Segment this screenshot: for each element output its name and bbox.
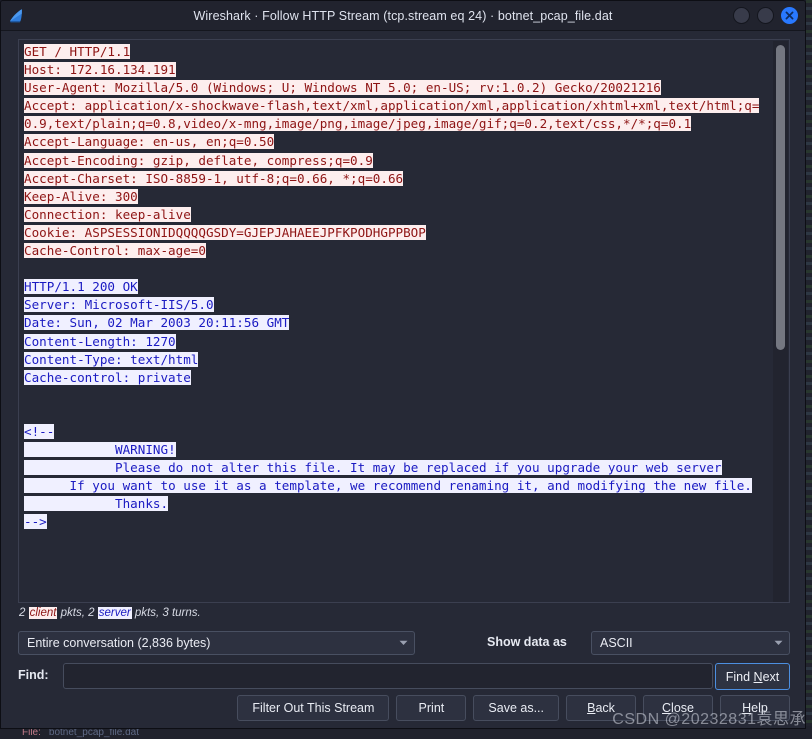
- close-suffix: lose: [671, 701, 694, 715]
- window-controls: [733, 1, 798, 30]
- find-label: Find:: [18, 668, 49, 682]
- stream-line-server: Server: Microsoft-IIS/5.0: [24, 297, 214, 313]
- stream-line-server: If you want to use it as a template, we …: [24, 478, 752, 494]
- stream-line-client: Cookie: ASPSESSIONIDQQQQGSDY=GJEPJAHAEEJ…: [24, 224, 426, 240]
- stream-line-server: Please do not alter this file. It may be…: [24, 460, 722, 476]
- packet-count-suffix: pkts, 3 turns.: [131, 607, 201, 619]
- back-suffix: ack: [595, 701, 615, 715]
- maximize-icon[interactable]: [757, 7, 774, 24]
- packet-count-prefix: 2: [19, 607, 29, 619]
- help-button[interactable]: Help: [720, 695, 790, 721]
- chevron-down-icon: [771, 640, 785, 646]
- find-row: Find: Find Next: [18, 663, 790, 690]
- save-as-button[interactable]: Save as...: [473, 695, 559, 721]
- close-icon[interactable]: [781, 7, 798, 24]
- stream-line-client: Accept-Encoding: gzip, deflate, compress…: [24, 152, 373, 168]
- stream-line-client: User-Agent: Mozilla/5.0 (Windows; U; Win…: [24, 80, 661, 96]
- stream-line-server: Thanks.: [24, 496, 169, 512]
- stream-content-area[interactable]: GET / HTTP/1.1 Host: 172.16.134.191 User…: [18, 39, 790, 603]
- stream-line-server: WARNING!: [24, 442, 176, 458]
- print-button[interactable]: Print: [396, 695, 467, 721]
- dialog-button-row: Filter Out This Stream Print Save as... …: [18, 695, 790, 721]
- conversation-select[interactable]: Entire conversation (2,836 bytes): [18, 631, 415, 655]
- stream-line-client: Accept: application/x-shockwave-flash,te…: [24, 98, 760, 132]
- back-button[interactable]: Back: [566, 695, 636, 721]
- wireshark-shark-fin-icon: [1, 1, 31, 30]
- stream-vertical-scrollbar[interactable]: [773, 41, 788, 602]
- show-data-as-label: Show data as: [487, 635, 567, 649]
- stream-line-server: HTTP/1.1 200 OK: [24, 279, 138, 295]
- background-window-edge: [806, 0, 812, 739]
- stream-line-server: Date: Sun, 02 Mar 2003 20:11:56 GMT: [24, 315, 290, 331]
- stream-line-client: Accept-Charset: ISO-8859-1, utf-8;q=0.66…: [24, 170, 404, 186]
- scrollbar-thumb[interactable]: [776, 45, 785, 350]
- stream-line-client: Host: 172.16.134.191: [24, 62, 176, 78]
- title-bar[interactable]: Wireshark · Follow HTTP Stream (tcp.stre…: [1, 1, 805, 31]
- show-data-as-value: ASCII: [600, 636, 633, 650]
- close-button[interactable]: Close: [643, 695, 713, 721]
- stream-line-client: Keep-Alive: 300: [24, 188, 138, 204]
- follow-http-stream-dialog: Wireshark · Follow HTTP Stream (tcp.stre…: [0, 0, 806, 729]
- stream-line-server: -->: [24, 514, 47, 530]
- stream-line-server: Content-Length: 1270: [24, 333, 176, 349]
- filter-out-this-stream-button[interactable]: Filter Out This Stream: [237, 695, 390, 721]
- find-next-button[interactable]: Find Next: [715, 663, 790, 690]
- stream-blank-line: [24, 387, 770, 405]
- show-data-as-select[interactable]: ASCII: [591, 631, 790, 655]
- find-next-suffix: ext: [762, 669, 780, 684]
- stream-blank-line: [24, 405, 770, 423]
- find-next-mnemonic: N: [753, 669, 763, 684]
- stream-options-row: Entire conversation (2,836 bytes) Show d…: [18, 631, 790, 655]
- stream-line-client: GET / HTTP/1.1: [24, 44, 131, 59]
- find-input[interactable]: [63, 663, 713, 689]
- packet-count-mid: pkts, 2: [57, 607, 98, 619]
- minimize-icon[interactable]: [733, 7, 750, 24]
- stream-line-client: Accept-Language: en-us, en;q=0.50: [24, 134, 275, 150]
- chevron-down-icon: [396, 640, 410, 646]
- conversation-select-value: Entire conversation (2,836 bytes): [27, 636, 211, 650]
- packet-count-status: 2 client pkts, 2 server pkts, 3 turns.: [19, 607, 201, 619]
- stream-line-server: Content-Type: text/html: [24, 351, 199, 367]
- window-title: Wireshark · Follow HTTP Stream (tcp.stre…: [193, 8, 613, 23]
- help-suffix: elp: [751, 701, 768, 715]
- stream-line-client: Connection: keep-alive: [24, 206, 191, 222]
- stream-line-server: Cache-control: private: [24, 369, 191, 385]
- close-mnemonic: C: [662, 701, 672, 715]
- server-label: server: [97, 607, 132, 619]
- client-label: client: [28, 607, 58, 619]
- help-mnemonic: H: [742, 701, 752, 715]
- stream-blank-line: [24, 260, 770, 278]
- stream-line-client: Cache-Control: max-age=0: [24, 243, 206, 259]
- find-next-prefix: Find: [725, 669, 754, 684]
- stream-text[interactable]: GET / HTTP/1.1 Host: 172.16.134.191 User…: [24, 43, 770, 532]
- stream-line-server: <!--: [24, 423, 55, 439]
